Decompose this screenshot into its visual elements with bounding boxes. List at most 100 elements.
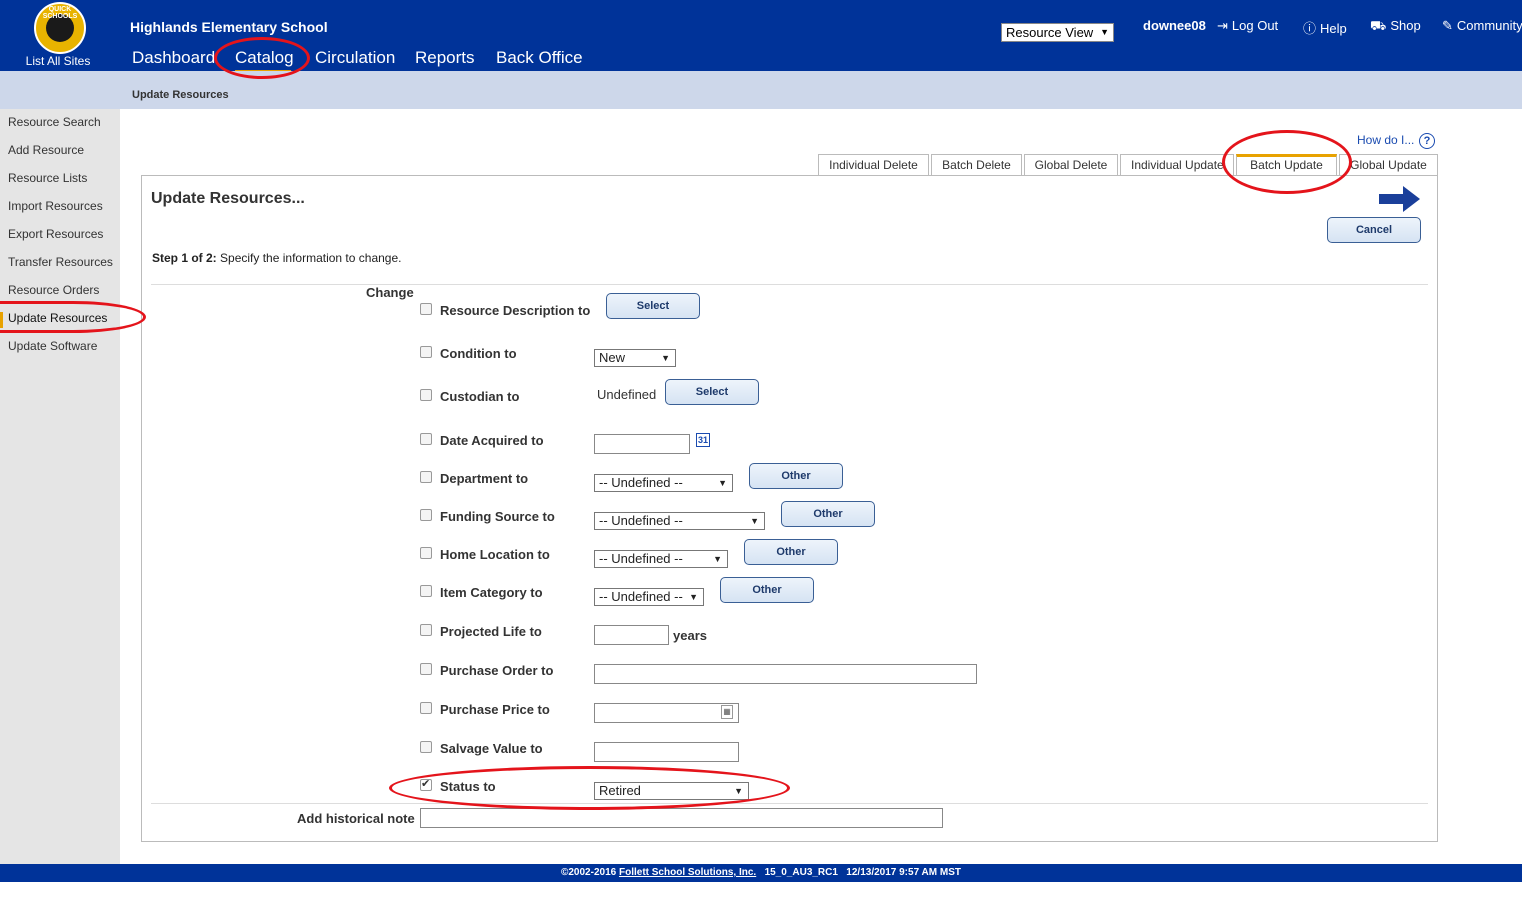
cancel-button[interactable]: Cancel	[1327, 217, 1421, 243]
projected-life-label: Projected Life to	[440, 624, 542, 639]
nav-dashboard[interactable]: Dashboard	[132, 48, 215, 68]
nav-circulation[interactable]: Circulation	[315, 48, 395, 68]
department-select[interactable]: -- Undefined -- ▼	[594, 474, 733, 492]
department-checkbox[interactable]	[420, 471, 432, 483]
tab-individual-delete[interactable]: Individual Delete	[818, 154, 929, 175]
home-location-other-button[interactable]: Other	[744, 539, 838, 565]
top-bar	[0, 0, 1522, 71]
purchase-price-label: Purchase Price to	[440, 702, 550, 717]
logout-icon: ⇥	[1217, 18, 1228, 33]
logout-label: Log Out	[1231, 18, 1279, 33]
footer-copyright: ©2002-2016	[561, 867, 617, 878]
sidebar-item-export-resources[interactable]: Export Resources	[8, 227, 103, 241]
status-checkbox[interactable]	[420, 777, 432, 791]
step-number: Step 1 of 2:	[152, 251, 217, 265]
funding-source-checkbox[interactable]	[420, 509, 432, 521]
sidebar-item-resource-orders[interactable]: Resource Orders	[8, 283, 99, 297]
change-label: Change	[366, 285, 414, 300]
help-link[interactable]: ⓘ Help	[1303, 18, 1347, 37]
item-category-checkbox[interactable]	[420, 585, 432, 597]
sidebar-item-transfer-resources[interactable]: Transfer Resources	[8, 255, 113, 269]
purchase-price-input[interactable]	[594, 703, 739, 723]
sidebar-item-update-software[interactable]: Update Software	[8, 339, 97, 353]
salvage-value-checkbox[interactable]	[420, 741, 432, 753]
logout-link[interactable]: ⇥ Log Out	[1217, 18, 1278, 34]
resource-description-label: Resource Description to	[440, 303, 591, 318]
tab-batch-update[interactable]: Batch Update	[1236, 154, 1337, 175]
condition-checkbox[interactable]	[420, 346, 432, 358]
list-all-sites-link[interactable]: List All Sites	[18, 54, 98, 68]
chevron-down-icon: ▼	[718, 478, 727, 488]
shop-label: Shop	[1390, 18, 1421, 33]
chevron-down-icon: ▼	[750, 516, 759, 526]
school-logo[interactable]: QUICK SCHOOLS	[34, 2, 86, 54]
funding-source-select[interactable]: -- Undefined -- ▼	[594, 512, 765, 530]
custodian-select-button[interactable]: Select	[665, 379, 759, 405]
footer-company-link[interactable]: Follett School Solutions, Inc.	[619, 867, 756, 878]
tab-global-delete[interactable]: Global Delete	[1024, 154, 1118, 175]
community-link[interactable]: ✎ Community	[1442, 18, 1522, 34]
nav-reports[interactable]: Reports	[415, 48, 475, 68]
custodian-checkbox[interactable]	[420, 389, 432, 401]
home-location-label: Home Location to	[440, 547, 550, 562]
footer-version: 15_0_AU3_RC1	[764, 867, 838, 878]
school-name: Highlands Elementary School	[130, 19, 328, 35]
tab-global-update[interactable]: Global Update	[1339, 154, 1438, 175]
purchase-order-input[interactable]	[594, 664, 977, 684]
divider-top	[151, 284, 1428, 285]
status-value: Retired	[599, 783, 641, 798]
help-icon: ⓘ	[1303, 21, 1317, 36]
shop-link[interactable]: ⛟ Shop	[1370, 18, 1421, 36]
historical-note-input[interactable]	[420, 808, 943, 828]
sidebar-item-update-resources[interactable]: Update Resources	[8, 311, 107, 325]
condition-value: New	[599, 350, 626, 365]
projected-life-checkbox[interactable]	[420, 624, 432, 636]
date-acquired-input[interactable]	[594, 434, 690, 454]
sidebar-item-import-resources[interactable]: Import Resources	[8, 199, 103, 213]
view-select[interactable]: Resource View ▼	[1001, 23, 1114, 42]
funding-source-value: -- Undefined --	[599, 513, 683, 528]
calculator-icon[interactable]: ▦	[721, 705, 733, 719]
sidebar-item-add-resource[interactable]: Add Resource	[8, 143, 84, 157]
nav-back-office[interactable]: Back Office	[496, 48, 583, 68]
projected-life-input[interactable]	[594, 625, 669, 645]
home-location-select[interactable]: -- Undefined -- ▼	[594, 550, 728, 568]
date-acquired-label: Date Acquired to	[440, 433, 544, 448]
salvage-value-label: Salvage Value to	[440, 741, 543, 756]
purchase-order-label: Purchase Order to	[440, 663, 554, 678]
purchase-order-checkbox[interactable]	[420, 663, 432, 675]
page-title: Update Resources...	[151, 190, 305, 207]
resource-description-select-button[interactable]: Select	[606, 293, 700, 319]
sidebar-item-resource-lists[interactable]: Resource Lists	[8, 171, 87, 185]
item-category-other-button[interactable]: Other	[720, 577, 814, 603]
purchase-price-checkbox[interactable]	[420, 702, 432, 714]
breadcrumb: Update Resources	[132, 89, 229, 101]
cart-icon: ⛟	[1370, 18, 1387, 33]
home-location-checkbox[interactable]	[420, 547, 432, 559]
resource-description-checkbox[interactable]	[420, 303, 432, 315]
tab-batch-delete[interactable]: Batch Delete	[931, 154, 1022, 175]
condition-label: Condition to	[440, 346, 517, 361]
nav-catalog[interactable]: Catalog	[235, 48, 294, 68]
funding-source-label: Funding Source to	[440, 509, 555, 524]
custodian-value: Undefined	[597, 387, 657, 402]
sidebar-active-marker	[0, 312, 3, 328]
condition-select[interactable]: New ▼	[594, 349, 676, 367]
item-category-select[interactable]: -- Undefined -- ▼	[594, 588, 704, 606]
status-select[interactable]: Retired ▼	[594, 782, 749, 800]
step-text: Specify the information to change.	[220, 251, 402, 265]
sidebar-item-resource-search[interactable]: Resource Search	[8, 115, 101, 129]
date-acquired-checkbox[interactable]	[420, 433, 432, 445]
tab-individual-update[interactable]: Individual Update	[1120, 154, 1234, 175]
chevron-down-icon: ▼	[734, 786, 743, 796]
calendar-icon[interactable]: 31	[696, 433, 710, 447]
chevron-down-icon: ▼	[713, 554, 722, 564]
help-circle-icon[interactable]: ?	[1419, 133, 1435, 149]
next-arrow-icon[interactable]	[1379, 186, 1421, 212]
how-do-i-link[interactable]: How do I...	[1357, 133, 1414, 147]
funding-source-other-button[interactable]: Other	[781, 501, 875, 527]
department-other-button[interactable]: Other	[749, 463, 843, 489]
salvage-value-input[interactable]	[594, 742, 739, 762]
logo-text: QUICK SCHOOLS	[42, 6, 78, 20]
step-instructions: Step 1 of 2: Specify the information to …	[152, 251, 401, 265]
